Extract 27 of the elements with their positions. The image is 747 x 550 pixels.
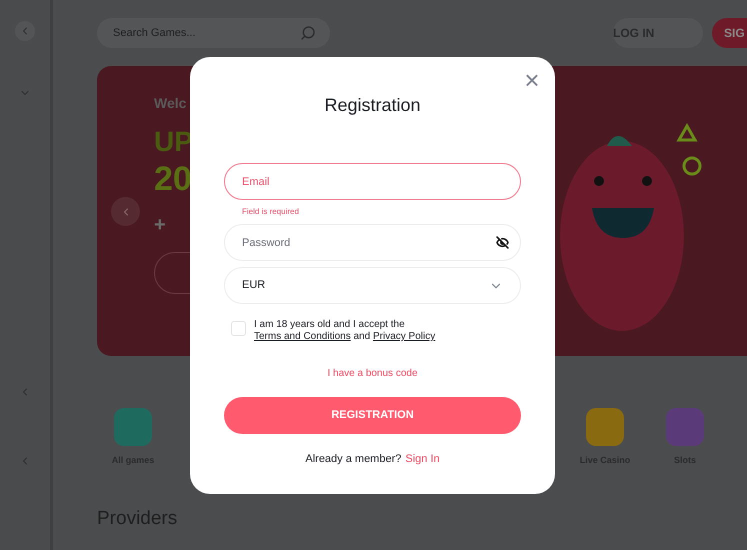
terms-link[interactable]: Terms and Conditions — [254, 331, 351, 342]
category-icon[interactable] — [666, 408, 704, 446]
collapse-sidebar-button[interactable] — [15, 21, 35, 41]
email-field[interactable]: Email — [224, 163, 521, 200]
banner-bonus-text: + — [154, 213, 166, 238]
banner-amount: 20 — [154, 162, 192, 196]
already-member-text: Already a member? — [305, 452, 402, 467]
consent-text: I am 18 years old and I accept the Terms and Conditions and Privacy Policy — [254, 319, 436, 343]
search-field[interactable]: Search Games... — [97, 18, 330, 48]
sign-up-button[interactable]: SIG — [712, 18, 747, 48]
banner-greeting: Welc — [154, 94, 186, 113]
error-message: Field is required — [242, 206, 300, 218]
password-field[interactable]: Password — [224, 224, 521, 261]
registration-button[interactable]: REGISTRATION — [224, 397, 521, 434]
privacy-link[interactable]: Privacy Policy — [372, 331, 436, 342]
consent-checkbox[interactable] — [231, 321, 246, 336]
search-icon[interactable] — [300, 25, 316, 41]
carousel-prev-button[interactable] — [111, 197, 140, 226]
bonus-code-link[interactable]: I have a bonus code — [327, 366, 418, 381]
category-icon[interactable] — [114, 408, 152, 446]
currency-select[interactable]: EUR — [224, 267, 521, 304]
close-button[interactable]: × — [522, 70, 542, 90]
category-icon[interactable] — [586, 408, 624, 446]
modal-title: Registration — [324, 94, 421, 117]
sign-in-link[interactable]: Sign In — [405, 451, 440, 468]
eye-off-icon[interactable] — [496, 236, 509, 249]
banner-headline: UP — [154, 128, 193, 156]
